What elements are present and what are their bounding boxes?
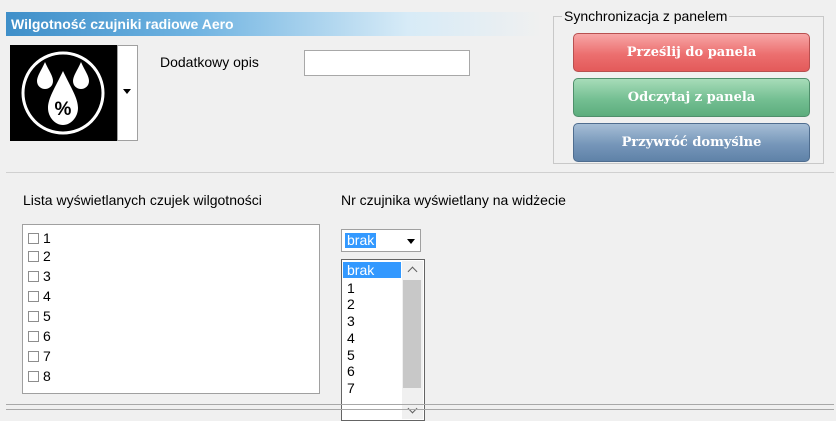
checkbox[interactable] xyxy=(28,330,39,342)
checkbox[interactable] xyxy=(28,290,39,302)
checkbox[interactable] xyxy=(28,310,39,322)
window-title: Wilgotność czujniki radiowe Aero xyxy=(6,12,542,36)
chevron-down-icon xyxy=(123,89,131,94)
option[interactable]: 1 xyxy=(343,280,401,296)
list-item[interactable]: 3 xyxy=(28,268,51,284)
checkbox[interactable] xyxy=(28,250,39,262)
option[interactable]: brak xyxy=(343,262,401,278)
combo-dropdown-button[interactable] xyxy=(402,231,419,250)
chevron-up-icon xyxy=(407,266,418,277)
send-to-panel-button[interactable]: Prześlij do panela xyxy=(573,33,810,72)
widget-sensor-options[interactable]: brak 1 2 3 4 5 6 7 xyxy=(341,259,425,421)
option[interactable]: 6 xyxy=(343,363,401,379)
scrollbar-thumb[interactable] xyxy=(403,280,421,388)
option[interactable]: 5 xyxy=(343,347,401,363)
option[interactable]: 3 xyxy=(343,313,401,329)
divider xyxy=(6,172,834,173)
list-item[interactable]: 8 xyxy=(28,368,51,384)
checkbox[interactable] xyxy=(28,270,39,282)
sensor-list-label: Lista wyświetlanych czujek wilgotności xyxy=(23,192,262,208)
widget-sensor-select[interactable]: brak xyxy=(341,229,421,252)
option[interactable]: 4 xyxy=(343,330,401,346)
checkbox[interactable] xyxy=(28,232,39,244)
restore-defaults-button[interactable]: Przywróć domyślne xyxy=(573,123,810,162)
description-input[interactable] xyxy=(304,50,470,76)
humidity-drops-percent-icon: % xyxy=(21,51,105,135)
percent-glyph: % xyxy=(55,99,72,120)
sync-group-title: Synchronizacja z panelem xyxy=(562,8,730,24)
selected-value: brak xyxy=(345,232,377,248)
list-item[interactable]: 6 xyxy=(28,328,51,344)
icon-dropdown-button[interactable] xyxy=(117,45,138,141)
checkbox[interactable] xyxy=(28,350,39,362)
list-item[interactable]: 2 xyxy=(28,248,51,264)
list-item[interactable]: 1 xyxy=(28,230,51,246)
list-item[interactable]: 7 xyxy=(28,348,51,364)
widget-sensor-label: Nr czujnika wyświetlany na widżecie xyxy=(341,192,566,208)
description-label: Dodatkowy opis xyxy=(160,54,259,70)
option[interactable]: 7 xyxy=(343,380,401,396)
option[interactable]: 2 xyxy=(343,296,401,312)
chevron-down-icon xyxy=(407,239,415,244)
list-item[interactable]: 4 xyxy=(28,288,51,304)
list-item[interactable]: 5 xyxy=(28,308,51,324)
sensor-checklist[interactable]: 1 2 3 4 5 6 7 8 xyxy=(22,224,320,394)
checkbox[interactable] xyxy=(28,370,39,382)
scroll-up-button[interactable] xyxy=(403,262,422,279)
icon-preview[interactable]: % xyxy=(10,45,117,141)
bottom-separator xyxy=(6,404,834,410)
read-from-panel-button[interactable]: Odczytaj z panela xyxy=(573,78,810,117)
